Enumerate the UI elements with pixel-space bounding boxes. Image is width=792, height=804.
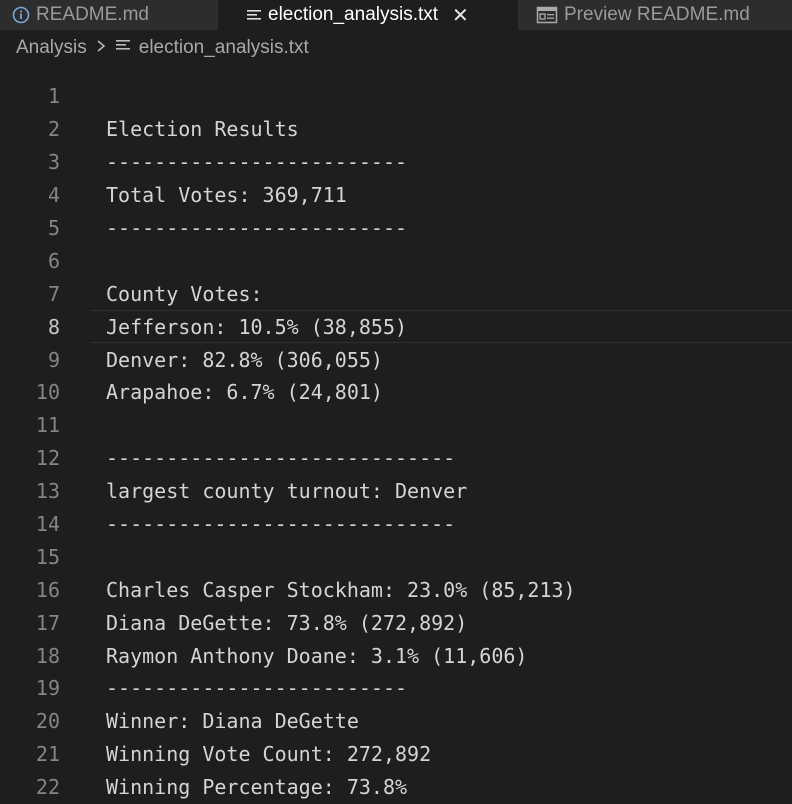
- line-text: -------------------------: [106, 676, 408, 701]
- info-icon: [12, 6, 30, 24]
- tab-label: Preview README.md: [564, 4, 750, 25]
- line-text: Charles Casper Stockham: 23.0% (85,213): [106, 577, 576, 602]
- breadcrumb-file[interactable]: election_analysis.txt: [139, 37, 309, 59]
- line-text: Winning Vote Count: 272,892: [106, 742, 432, 767]
- line-number: 3: [47, 150, 60, 175]
- line-number: 7: [47, 281, 60, 306]
- line-number: 18: [35, 643, 60, 668]
- code-line[interactable]: 4 Total Votes: 369,711: [0, 179, 792, 212]
- code-line[interactable]: 19 -------------------------: [0, 672, 792, 705]
- line-text: -------------------------: [106, 150, 408, 175]
- tab-label: election_analysis.txt: [268, 4, 439, 25]
- line-number: 1: [47, 84, 60, 109]
- line-number: 17: [35, 610, 60, 635]
- line-number: 19: [35, 676, 60, 701]
- line-number: 10: [35, 380, 60, 405]
- code-line[interactable]: 22 Winning Percentage: 73.8%: [0, 771, 792, 804]
- breadcrumb: Analysis election_analysis.txt: [0, 30, 792, 66]
- line-text: County Votes:: [106, 281, 263, 306]
- line-text: largest county turnout: Denver: [106, 479, 468, 504]
- code-line[interactable]: 7 County Votes:: [0, 277, 792, 310]
- code-line[interactable]: 5 -------------------------: [0, 212, 792, 245]
- line-number: 4: [47, 183, 60, 208]
- tab-label: README.md: [36, 4, 149, 25]
- line-number: 2: [47, 117, 60, 142]
- line-text: -----------------------------: [106, 512, 456, 537]
- code-line[interactable]: 11: [0, 409, 792, 442]
- breadcrumb-folder[interactable]: Analysis: [16, 37, 87, 59]
- line-number: 12: [35, 446, 60, 471]
- code-line[interactable]: 14 -----------------------------: [0, 508, 792, 541]
- chevron-right-icon: [95, 37, 107, 59]
- code-line[interactable]: 21 Winning Vote Count: 272,892: [0, 738, 792, 771]
- line-number: 11: [35, 413, 60, 438]
- line-number: 5: [47, 216, 60, 240]
- code-line[interactable]: 9 Denver: 82.8% (306,055): [0, 343, 792, 376]
- tab-election-analysis[interactable]: election_analysis.txt ✕: [218, 0, 518, 30]
- line-text: Arapahoe: 6.7% (24,801): [106, 380, 383, 405]
- code-line[interactable]: 8 Jefferson: 10.5% (38,855): [0, 310, 792, 344]
- line-number: 6: [47, 248, 60, 273]
- line-text: Winning Percentage: 73.8%: [106, 775, 408, 800]
- line-number: 21: [35, 742, 60, 767]
- code-line[interactable]: 17 Diana DeGette: 73.8% (272,892): [0, 606, 792, 639]
- line-number: 16: [35, 577, 60, 602]
- line-number: 22: [35, 775, 60, 800]
- line-number: 14: [35, 512, 60, 537]
- text-file-icon: [246, 7, 262, 23]
- line-number: 9: [47, 347, 60, 372]
- code-line[interactable]: 20 Winner: Diana DeGette: [0, 705, 792, 738]
- line-text: -----------------------------: [106, 446, 456, 471]
- code-line[interactable]: 1: [0, 80, 792, 113]
- line-text: -------------------------: [106, 216, 408, 240]
- line-text: Election Results: [106, 117, 299, 142]
- code-line[interactable]: 18 Raymon Anthony Doane: 3.1% (11,606): [0, 639, 792, 672]
- line-number: 8: [47, 314, 60, 339]
- preview-icon: [536, 6, 558, 24]
- code-line[interactable]: 13 largest county turnout: Denver: [0, 475, 792, 508]
- close-icon[interactable]: ✕: [452, 3, 469, 28]
- line-text: Diana DeGette: 73.8% (272,892): [106, 610, 468, 635]
- code-line[interactable]: 16 Charles Casper Stockham: 23.0% (85,213…: [0, 573, 792, 606]
- code-line[interactable]: 15: [0, 540, 792, 573]
- editor[interactable]: 1 2 Election Results 3 ---------------------…: [0, 66, 792, 804]
- code-line[interactable]: 2 Election Results: [0, 113, 792, 146]
- line-text: Denver: 82.8% (306,055): [106, 347, 383, 372]
- tab-readme[interactable]: README.md: [0, 0, 218, 30]
- line-text: Winner: Diana DeGette: [106, 709, 359, 734]
- line-text: Total Votes: 369,711: [106, 183, 347, 208]
- text-file-icon: [115, 37, 131, 59]
- code-line[interactable]: 6: [0, 244, 792, 277]
- line-number: 13: [35, 479, 60, 504]
- code-line[interactable]: 10 Arapahoe: 6.7% (24,801): [0, 376, 792, 409]
- line-number: 20: [35, 709, 60, 734]
- tab-preview-readme[interactable]: Preview README.md: [518, 0, 792, 30]
- line-text: Raymon Anthony Doane: 3.1% (11,606): [106, 643, 528, 668]
- code-line[interactable]: 12 -----------------------------: [0, 442, 792, 475]
- code-line[interactable]: 3 -------------------------: [0, 146, 792, 179]
- line-text: Jefferson: 10.5% (38,855): [106, 314, 408, 339]
- line-number: 15: [35, 544, 60, 569]
- tab-bar: README.md election_analysis.txt ✕ Previe…: [0, 0, 792, 30]
